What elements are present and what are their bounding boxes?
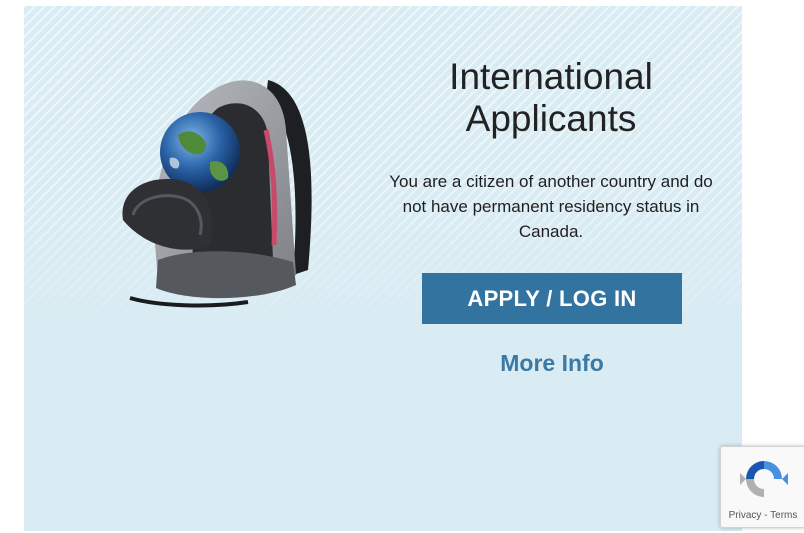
page-title: International Applicants — [449, 56, 653, 139]
recaptcha-icon — [740, 461, 788, 497]
terms-link[interactable]: Terms — [770, 510, 797, 521]
backpack-with-globe-icon — [122, 80, 312, 308]
link-separator: - — [761, 510, 771, 521]
eligibility-description: You are a citizen of another country and… — [389, 172, 713, 241]
privacy-link[interactable]: Privacy — [729, 510, 762, 521]
apply-login-button[interactable]: APPLY / LOG IN — [422, 273, 682, 324]
recaptcha-badge[interactable]: Privacy - Terms — [720, 446, 804, 528]
more-info-link[interactable]: More Info — [422, 350, 682, 377]
international-applicants-card: International Applicants You are a citiz… — [24, 6, 742, 531]
